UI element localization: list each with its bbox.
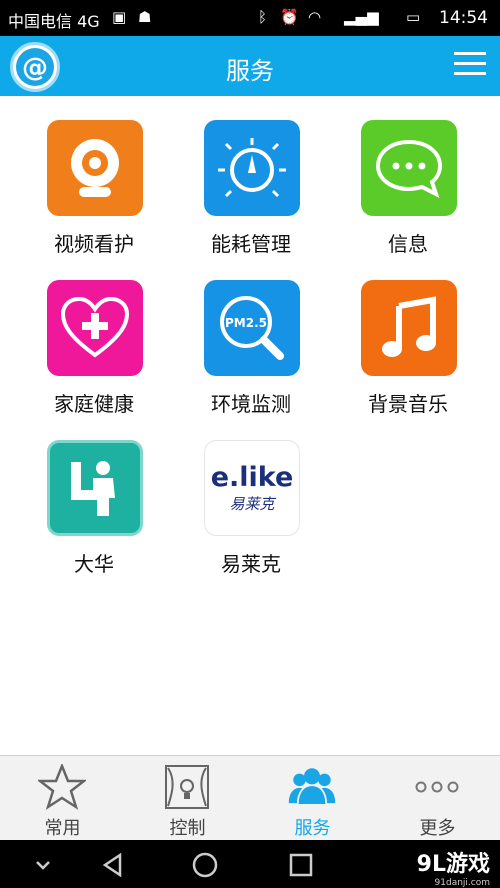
energy-gauge-icon bbox=[204, 120, 300, 216]
wifi-icon: ◠ bbox=[308, 8, 322, 26]
sim-icon: ▣ bbox=[112, 8, 127, 26]
page-title: 服务 bbox=[226, 57, 274, 85]
home-icon[interactable] bbox=[192, 852, 218, 878]
service-label: 易莱克 bbox=[221, 552, 281, 576]
service-label: 家庭健康 bbox=[54, 392, 134, 416]
status-bar: 中国电信 4G ▣ ☗ ᛒ ⏰ ◠ ▂▄▆ ▭ 14:54 bbox=[0, 0, 500, 36]
back-icon[interactable] bbox=[100, 852, 126, 878]
elike-logo-text: e.like bbox=[210, 462, 294, 493]
watermark-subtext: 91danji.com bbox=[434, 878, 490, 888]
service-label: 视频看护 bbox=[54, 232, 134, 256]
elike-logo-icon: e.like 易莱克 bbox=[204, 440, 300, 536]
heart-plus-icon bbox=[47, 280, 143, 376]
watermark: 9L游戏 91danji.com bbox=[417, 846, 490, 888]
service-energy[interactable]: 能耗管理 bbox=[181, 120, 321, 270]
android-debug-icon: ☗ bbox=[138, 8, 152, 26]
service-message[interactable]: 信息 bbox=[338, 120, 478, 270]
tab-more[interactable]: 更多 bbox=[375, 756, 500, 841]
service-label: 能耗管理 bbox=[211, 232, 291, 256]
dahua-logo-icon bbox=[47, 440, 143, 536]
tab-label: 控制 bbox=[169, 818, 206, 839]
down-chevron-icon[interactable] bbox=[30, 852, 56, 878]
message-icon bbox=[361, 120, 457, 216]
service-family-health[interactable]: 家庭健康 bbox=[24, 280, 164, 430]
service-label: 背景音乐 bbox=[368, 392, 448, 416]
tab-label: 常用 bbox=[44, 818, 81, 839]
watermark-text: 9L游戏 bbox=[416, 852, 490, 877]
service-video-care[interactable]: 视频看护 bbox=[24, 120, 164, 270]
battery-icon: ▭ bbox=[406, 8, 421, 26]
tab-favorites[interactable]: 常用 bbox=[0, 756, 125, 841]
tab-label: 更多 bbox=[419, 818, 456, 839]
curtain-bulb-icon bbox=[162, 764, 212, 810]
signal-icon: ▂▄▆ bbox=[344, 8, 379, 26]
service-environment[interactable]: PM2.5 环境监测 bbox=[181, 280, 321, 430]
bluetooth-icon: ᛒ bbox=[258, 8, 268, 26]
carrier-label: 中国电信 4G bbox=[8, 12, 100, 31]
service-label: 环境监测 bbox=[211, 392, 291, 416]
service-music[interactable]: 背景音乐 bbox=[338, 280, 478, 430]
service-label: 大华 bbox=[74, 552, 114, 576]
service-dahua[interactable]: 大华 bbox=[24, 440, 164, 590]
alarm-icon: ⏰ bbox=[280, 8, 299, 26]
music-note-icon bbox=[361, 280, 457, 376]
service-label: 信息 bbox=[388, 232, 428, 256]
pm25-magnifier-icon: PM2.5 bbox=[204, 280, 300, 376]
more-dots-icon bbox=[412, 764, 462, 810]
clock: 14:54 bbox=[439, 8, 488, 28]
star-icon bbox=[37, 764, 87, 810]
bottom-tab-bar: 常用 控制 服务 更多 bbox=[0, 755, 500, 840]
tab-label: 服务 bbox=[294, 818, 331, 839]
tab-control[interactable]: 控制 bbox=[125, 756, 250, 841]
elike-logo-subtext: 易莱克 bbox=[229, 495, 275, 513]
people-icon bbox=[287, 764, 337, 810]
recents-icon[interactable] bbox=[288, 852, 314, 878]
hamburger-icon[interactable] bbox=[454, 52, 486, 76]
service-elike[interactable]: e.like 易莱克 易莱克 bbox=[181, 440, 321, 590]
svg-text:PM2.5: PM2.5 bbox=[225, 316, 267, 330]
camera-icon bbox=[47, 120, 143, 216]
app-header: @ 服务 bbox=[0, 36, 500, 96]
tab-services[interactable]: 服务 bbox=[250, 756, 375, 841]
